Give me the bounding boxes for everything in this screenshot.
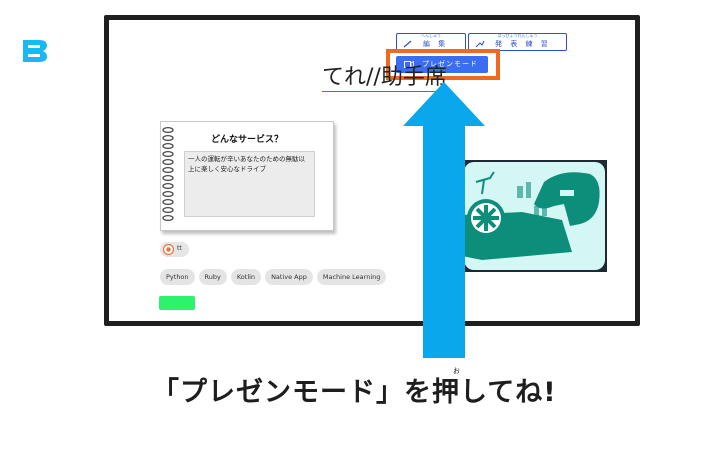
author-handle: tt (177, 245, 182, 252)
tag-kotlin[interactable]: Kotlin (230, 269, 262, 285)
tag-ruby[interactable]: Ruby (198, 269, 227, 285)
author-chip[interactable]: tt (160, 242, 189, 257)
pencil-icon (403, 40, 412, 48)
tag-list: Python Ruby Kotlin Native App Machine Le… (160, 269, 387, 285)
trend-arrow-icon (475, 40, 485, 48)
service-description-card: どんなサービス？ 一人の運転が辛いあなたのための無駄以上に楽しく安心なドライブ (160, 121, 334, 231)
service-description-field[interactable]: 一人の運転が辛いあなたのための無駄以上に楽しく安心なドライブ (184, 151, 315, 217)
tag-native-app[interactable]: Native App (265, 269, 313, 285)
instruction-caption: 「プレゼンモード」を押してね! お (152, 367, 582, 409)
avatar (163, 244, 174, 255)
instruction-text: 「プレゼンモード」を押してね! (152, 377, 557, 408)
service-card-title: どんなサービス？ (210, 135, 283, 145)
app-logo (23, 40, 47, 62)
tag-machine-learning[interactable]: Machine Learning (316, 269, 387, 285)
green-action-button[interactable] (159, 296, 195, 310)
up-arrow-icon (403, 82, 485, 358)
instruction-ruby: お (453, 367, 461, 375)
tag-python[interactable]: Python (160, 269, 195, 285)
